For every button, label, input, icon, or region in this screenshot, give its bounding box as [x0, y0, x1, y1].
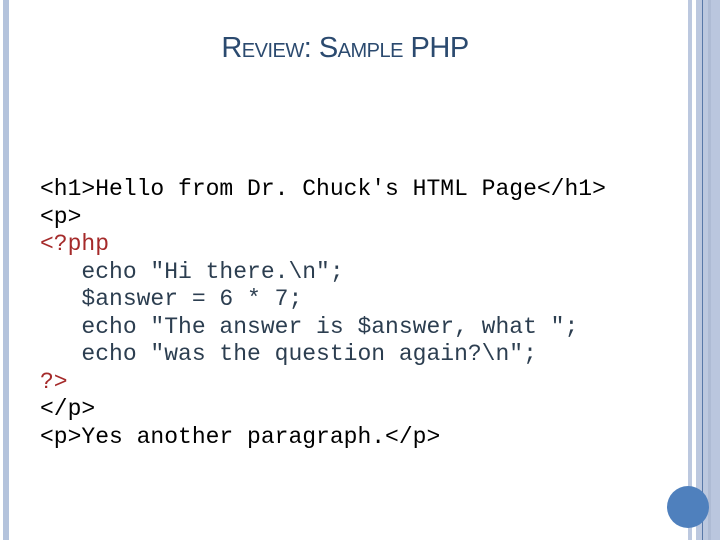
code-line: echo "Hi there.\n";: [40, 258, 344, 285]
code-line: <p>Yes another paragraph.</p>: [40, 423, 441, 450]
right-border-stripe: [688, 0, 692, 540]
slide-title: Review: Sample PHP: [221, 32, 469, 64]
code-line: <h1>Hello from Dr. Chuck's HTML Page</h1…: [40, 176, 606, 202]
left-border-bar: [3, 0, 9, 540]
code-line: </p>: [40, 396, 96, 422]
right-border-stripe: [711, 0, 720, 540]
php-open-tag-line: <?php: [40, 231, 110, 257]
code-line: echo "The answer is $answer, what ";: [40, 313, 579, 340]
decorative-circle-icon: [667, 486, 709, 528]
code-line: echo "was the question again?\n";: [40, 341, 537, 367]
code-line: $answer = 6 * 7;: [40, 286, 303, 312]
php-close-tag-line: ?>: [40, 368, 68, 395]
code-block: <h1>Hello from Dr. Chuck's HTML Page</h1…: [40, 176, 606, 451]
code-line: <p>: [40, 203, 82, 230]
